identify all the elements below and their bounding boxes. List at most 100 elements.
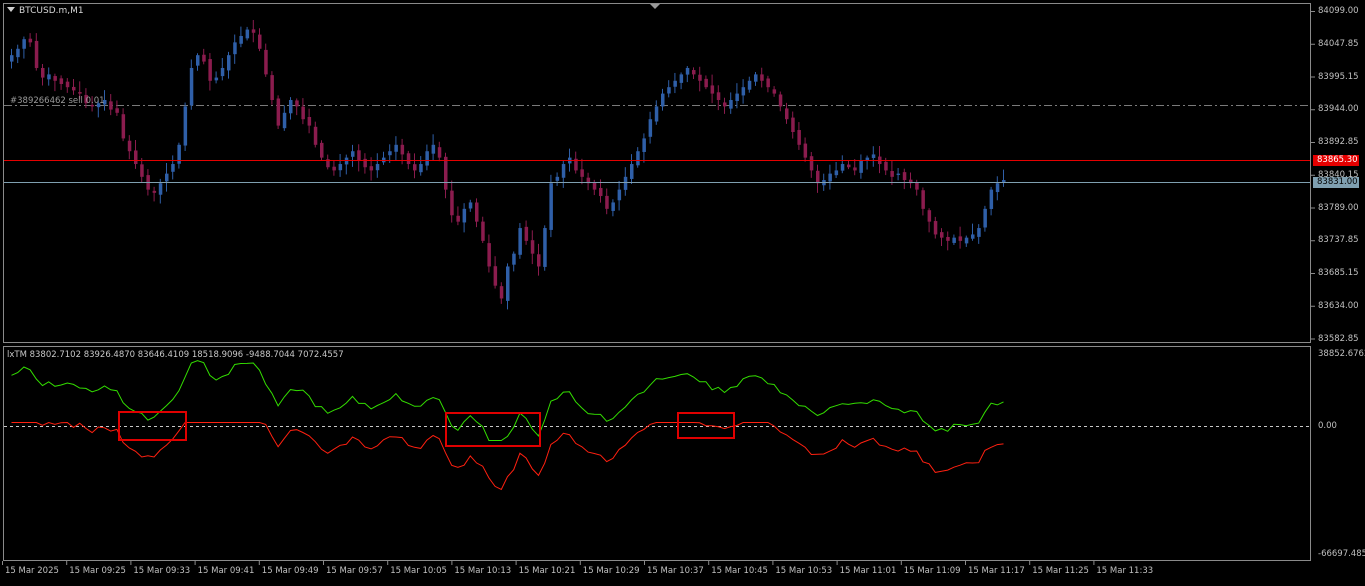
candle-body: [549, 183, 553, 230]
candle-body: [989, 189, 994, 209]
candle-body: [946, 236, 950, 241]
time-tick-label: 15 Mar 09:49: [261, 566, 319, 576]
candle-body: [264, 49, 268, 75]
candle-body: [444, 156, 448, 190]
candle-body: [41, 67, 45, 78]
candle-body: [344, 157, 349, 165]
chart-shift-marker[interactable]: [650, 4, 660, 9]
candle-body: [797, 130, 801, 145]
candle-body: [196, 55, 200, 66]
candle-body: [456, 215, 460, 222]
candle-body: [276, 98, 281, 126]
candle-body: [189, 67, 194, 106]
candle-body: [816, 170, 820, 184]
time-tick-label: 15 Mar 11:09: [903, 566, 961, 576]
indicator-axis-zero: 0.00: [1318, 421, 1337, 431]
candle-body: [16, 48, 20, 58]
candle-body: [760, 74, 764, 81]
candle-body: [295, 100, 299, 107]
candle-body: [34, 40, 39, 68]
time-axis-ticks: [2, 561, 1095, 565]
candle-body: [134, 150, 138, 165]
candle-body: [884, 161, 888, 171]
candle-body: [617, 189, 622, 201]
candle-body: [927, 210, 932, 222]
candle-body: [220, 67, 225, 77]
candle-body: [611, 202, 615, 211]
candle-body: [351, 151, 355, 157]
highlight-box: [118, 411, 187, 441]
dropdown-icon[interactable]: [7, 7, 15, 12]
candle-body: [301, 106, 305, 120]
candle-body: [667, 87, 671, 94]
time-tick-label: 15 Mar 11:17: [968, 566, 1025, 576]
candle-body: [462, 208, 467, 223]
indicator-down-line: [11, 421, 1004, 491]
candle-body: [233, 42, 237, 55]
candle-body: [791, 117, 795, 133]
candle-body: [971, 234, 975, 239]
chart-title[interactable]: BTCUSD.m,M1: [7, 6, 84, 16]
candle-body: [630, 164, 634, 179]
candle-body: [716, 92, 721, 100]
candle-body: [140, 164, 144, 177]
candle-body: [710, 85, 715, 94]
candle-body: [661, 93, 665, 107]
candle-body: [983, 208, 987, 228]
candle-body: [289, 99, 293, 114]
time-tick-label: 15 Mar 10:21: [518, 566, 576, 576]
candle-body: [555, 176, 560, 181]
candle-body: [778, 94, 783, 107]
candle-body: [636, 151, 640, 166]
chart-canvas[interactable]: [0, 0, 1365, 586]
candle-body: [766, 78, 770, 88]
candle-body: [580, 169, 584, 177]
candle-body: [425, 151, 429, 166]
indicator-up-line: [11, 360, 1004, 441]
candle-body: [592, 182, 597, 190]
candle-body: [468, 202, 473, 209]
time-tick-label: 15 Mar 11:25: [1032, 566, 1089, 576]
candle-body: [251, 29, 256, 33]
candle-body: [270, 75, 274, 100]
candle-body: [859, 160, 863, 173]
time-tick-label: 15 Mar 09:57: [326, 566, 383, 576]
price-tick-label: 83634.00: [1318, 300, 1359, 311]
time-tick-label: 15 Mar 09:33: [133, 566, 191, 576]
candle-body: [22, 39, 26, 49]
candle-body: [165, 173, 169, 182]
candle-body: [227, 55, 231, 71]
candle-body: [723, 102, 727, 107]
main-chart-frame: [3, 3, 1311, 343]
candle-body: [741, 87, 746, 96]
candle-body: [183, 106, 188, 146]
candle-body: [834, 170, 839, 176]
candle-body: [59, 78, 64, 84]
candle-body: [921, 190, 925, 209]
candle-body: [338, 164, 343, 171]
candle-body: [419, 164, 423, 173]
candle-body: [648, 119, 653, 137]
candle-body: [890, 171, 894, 177]
time-tick-label: 15 Mar 09:25: [69, 566, 126, 576]
candle-body: [543, 228, 547, 267]
price-tick-label: 84099.00: [1318, 6, 1359, 16]
price-tick-label: 83892.85: [1318, 137, 1359, 147]
candle-body: [313, 126, 318, 145]
candle-body: [902, 172, 907, 181]
price-tick-label: 83685.15: [1318, 268, 1359, 278]
time-tick-label: 15 Mar 10:45: [711, 566, 768, 576]
candle-body: [282, 112, 287, 129]
candle-body: [785, 108, 789, 120]
time-tick-label: 15 Mar 11:33: [1096, 566, 1154, 576]
candle-body: [487, 243, 491, 267]
candle-body: [320, 142, 324, 158]
candle-body: [506, 266, 510, 301]
candle-body: [493, 266, 498, 286]
candle-body: [698, 74, 702, 81]
candle-body: [958, 236, 963, 241]
candle-body: [828, 173, 832, 182]
time-tick-label: 15 Mar 10:37: [647, 566, 704, 576]
candle-body: [747, 80, 752, 90]
candle-body: [375, 164, 380, 171]
